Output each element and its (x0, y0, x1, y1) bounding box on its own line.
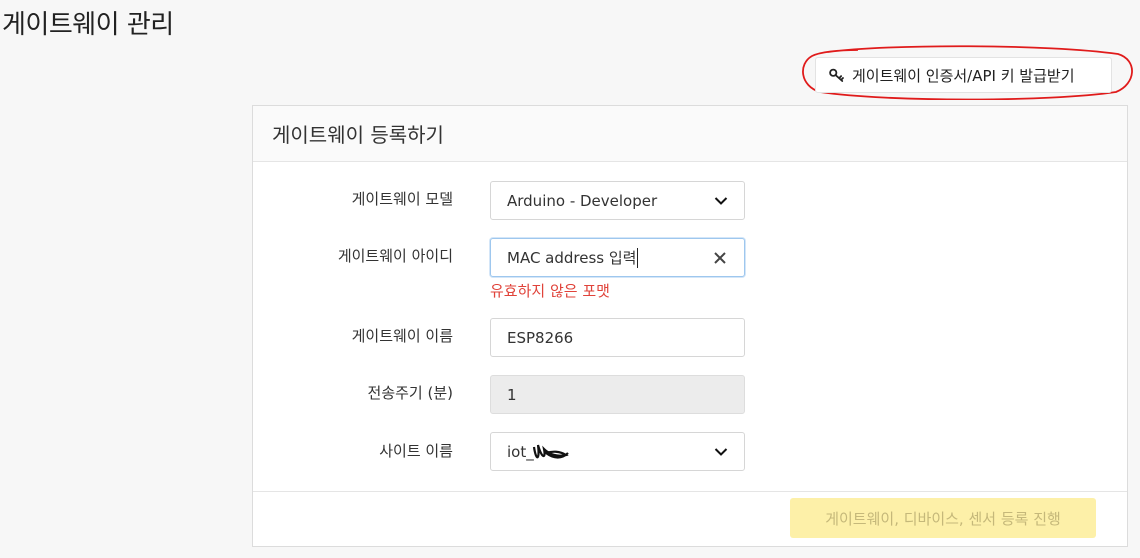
chevron-down-icon (714, 448, 728, 456)
gateway-name-input[interactable]: ESP8266 (490, 318, 745, 357)
id-error-message: 유효하지 않은 포맷 (490, 282, 610, 300)
clear-icon[interactable] (713, 251, 727, 265)
gateway-register-panel: 게이트웨이 등록하기 게이트웨이 모델 Arduino - Developer … (252, 105, 1128, 547)
name-label: 게이트웨이 이름 (351, 327, 453, 345)
period-value: 1 (507, 385, 517, 404)
site-select[interactable]: iot_ (490, 432, 745, 471)
register-submit-button[interactable]: 게이트웨이, 디바이스, 센서 등록 진행 (790, 498, 1096, 538)
period-input: 1 (490, 375, 745, 414)
period-label: 전송주기 (분) (367, 384, 453, 402)
key-icon (829, 68, 844, 82)
text-caret (637, 247, 639, 268)
gateway-name-value: ESP8266 (507, 328, 574, 347)
panel-title: 게이트웨이 등록하기 (253, 106, 1127, 162)
issue-certificate-button[interactable]: 게이트웨이 인증서/API 키 발급받기 (815, 57, 1112, 93)
model-label: 게이트웨이 모델 (351, 190, 453, 208)
model-select[interactable]: Arduino - Developer (490, 181, 745, 220)
chevron-down-icon (714, 197, 728, 205)
gateway-id-value: MAC address 입력 (507, 249, 637, 267)
gateway-id-input[interactable]: MAC address 입력 (490, 238, 745, 277)
id-label: 게이트웨이 아이디 (337, 247, 453, 265)
site-label: 사이트 이름 (379, 442, 453, 460)
footer-divider (253, 491, 1127, 492)
issue-certificate-label: 게이트웨이 인증서/API 키 발급받기 (852, 66, 1075, 85)
page-title: 게이트웨이 관리 (2, 10, 174, 40)
model-value: Arduino - Developer (507, 191, 658, 210)
redaction-scribble (532, 444, 569, 459)
site-value: iot_ (507, 442, 534, 461)
